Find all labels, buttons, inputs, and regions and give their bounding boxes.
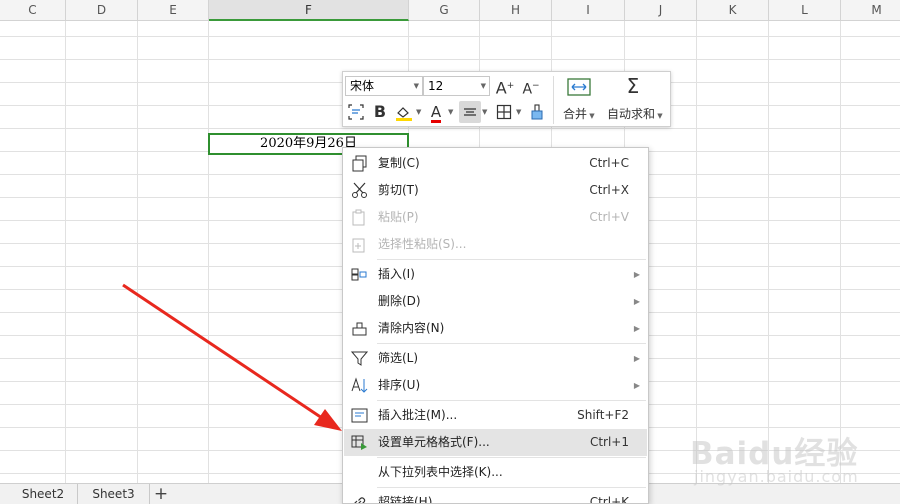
watermark-url: jingyan.baidu.com xyxy=(694,467,859,486)
baidu-watermark: Baidu经验 jingyan.baidu.com xyxy=(690,428,895,498)
